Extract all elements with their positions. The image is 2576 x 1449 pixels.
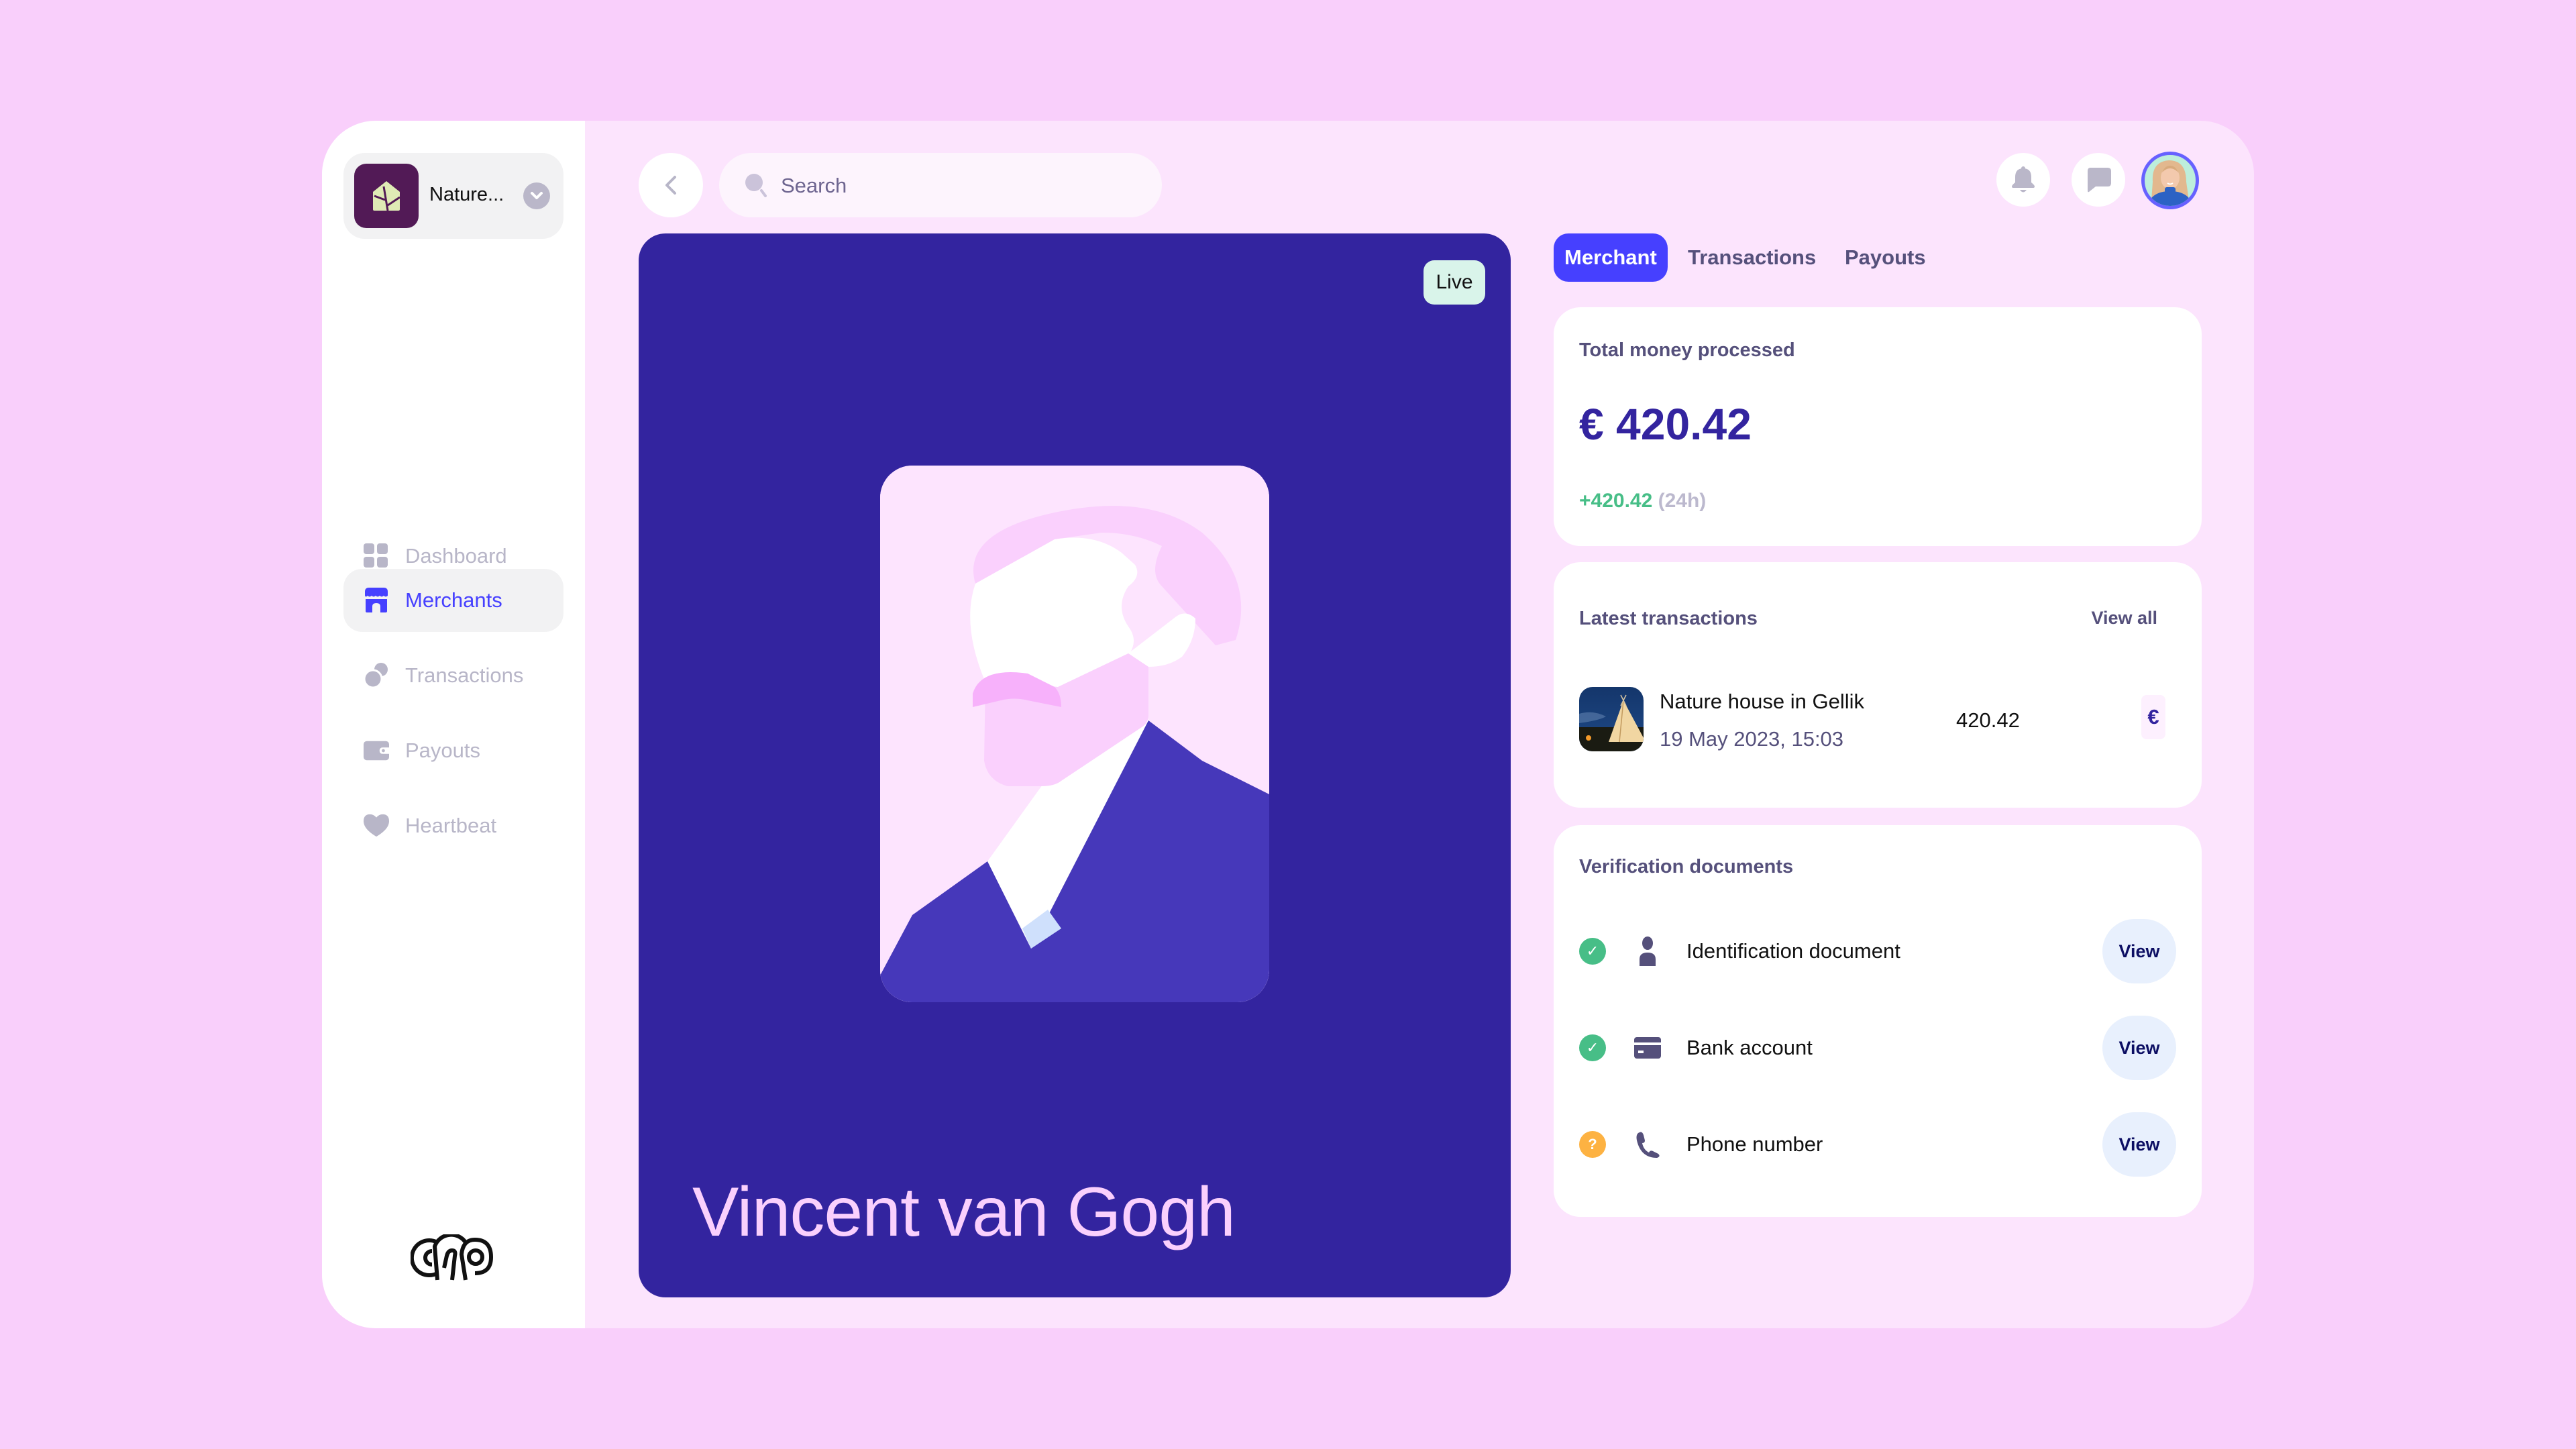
merchant-switcher[interactable]: Nature... xyxy=(343,153,564,239)
sidebar-item-label: Heartbeat xyxy=(405,814,497,837)
transaction-amount: 420.42 xyxy=(1956,708,2020,732)
tab-transactions[interactable]: Transactions xyxy=(1677,233,1827,282)
document-label: Bank account xyxy=(1686,1036,1813,1059)
chat-bubble-icon xyxy=(2088,168,2111,193)
card-title: Verification documents xyxy=(1579,856,1794,877)
phone-icon xyxy=(1636,1132,1660,1158)
person-icon xyxy=(1640,936,1656,966)
tab-merchant[interactable]: Merchant xyxy=(1554,233,1668,282)
merchant-name-heading: Vincent van Gogh xyxy=(692,1173,1236,1251)
view-all-link[interactable]: View all xyxy=(2091,608,2157,629)
card-title: Total money processed xyxy=(1579,339,1795,361)
sidebar-item-payouts[interactable]: Payouts xyxy=(343,719,564,782)
leaf-house-icon xyxy=(354,164,419,228)
heart-icon xyxy=(364,814,389,837)
verification-row-bank-account: ✓ Bank account View xyxy=(1579,1016,2176,1080)
grid-icon xyxy=(364,543,388,568)
total-money-value: € 420.42 xyxy=(1579,399,1752,449)
wallet-icon xyxy=(364,741,389,761)
sidebar-item-heartbeat[interactable]: Heartbeat xyxy=(343,794,564,857)
view-button[interactable]: View xyxy=(2102,1112,2176,1177)
euro-currency-icon: € xyxy=(2141,695,2165,739)
portrait-illustration xyxy=(880,466,1269,1002)
status-badge: Live xyxy=(1424,260,1485,305)
verification-documents-card: Verification documents ✓ Identification … xyxy=(1554,825,2202,1217)
transaction-name: Nature house in Gellik xyxy=(1660,690,1864,713)
search-input[interactable] xyxy=(780,153,1144,219)
user-avatar[interactable] xyxy=(2141,152,2199,209)
check-icon: ✓ xyxy=(1579,1034,1606,1061)
notifications-button[interactable] xyxy=(1996,153,2050,207)
check-icon: ✓ xyxy=(1579,938,1606,965)
search-icon xyxy=(745,174,767,197)
card-icon xyxy=(1634,1037,1661,1059)
delta-period: (24h) xyxy=(1658,490,1707,512)
verification-row-identification: ✓ Identification document View xyxy=(1579,919,2176,983)
sidebar-item-transactions[interactable]: Transactions xyxy=(343,644,564,707)
chevron-down-icon[interactable] xyxy=(523,182,550,209)
total-money-card: Total money processed € 420.42 +420.42 (… xyxy=(1554,307,2202,546)
money-delta: +420.42 (24h) xyxy=(1579,490,1706,513)
tab-payouts[interactable]: Payouts xyxy=(1834,233,1937,282)
merchant-portrait-card: Live Vincent van Gogh xyxy=(639,233,1511,1297)
search-bar[interactable] xyxy=(719,153,1162,219)
merchant-name: Nature... xyxy=(429,184,504,205)
sidebar-item-label: Transactions xyxy=(405,663,524,687)
document-label: Phone number xyxy=(1686,1132,1823,1156)
delta-value: +420.42 xyxy=(1579,490,1653,512)
transaction-thumbnail xyxy=(1579,687,1644,751)
view-button[interactable]: View xyxy=(2102,1016,2176,1080)
coins-icon xyxy=(364,663,388,688)
sidebar-item-merchants[interactable]: Merchants xyxy=(343,569,564,632)
document-label: Identification document xyxy=(1686,939,1900,963)
back-button[interactable] xyxy=(639,153,703,217)
brand-logo xyxy=(411,1234,494,1281)
view-button[interactable]: View xyxy=(2102,919,2176,983)
chevron-left-icon xyxy=(665,176,676,195)
card-title: Latest transactions xyxy=(1579,608,1758,629)
question-icon: ? xyxy=(1579,1131,1606,1158)
sidebar: Nature... Dashboard Merchants Transactio… xyxy=(322,121,585,1328)
sidebar-item-label: Payouts xyxy=(405,739,481,762)
app-window: Nature... Dashboard Merchants Transactio… xyxy=(322,121,2254,1328)
verification-row-phone: ? Phone number View xyxy=(1579,1112,2176,1177)
latest-transactions-card: Latest transactions View all Nature hous… xyxy=(1554,562,2202,808)
sidebar-item-label: Merchants xyxy=(405,588,502,612)
transaction-date: 19 May 2023, 15:03 xyxy=(1660,727,1844,751)
storefront-icon xyxy=(365,588,388,612)
sidebar-item-label: Dashboard xyxy=(405,544,507,568)
bell-icon xyxy=(2012,166,2035,193)
messages-button[interactable] xyxy=(2072,153,2125,207)
